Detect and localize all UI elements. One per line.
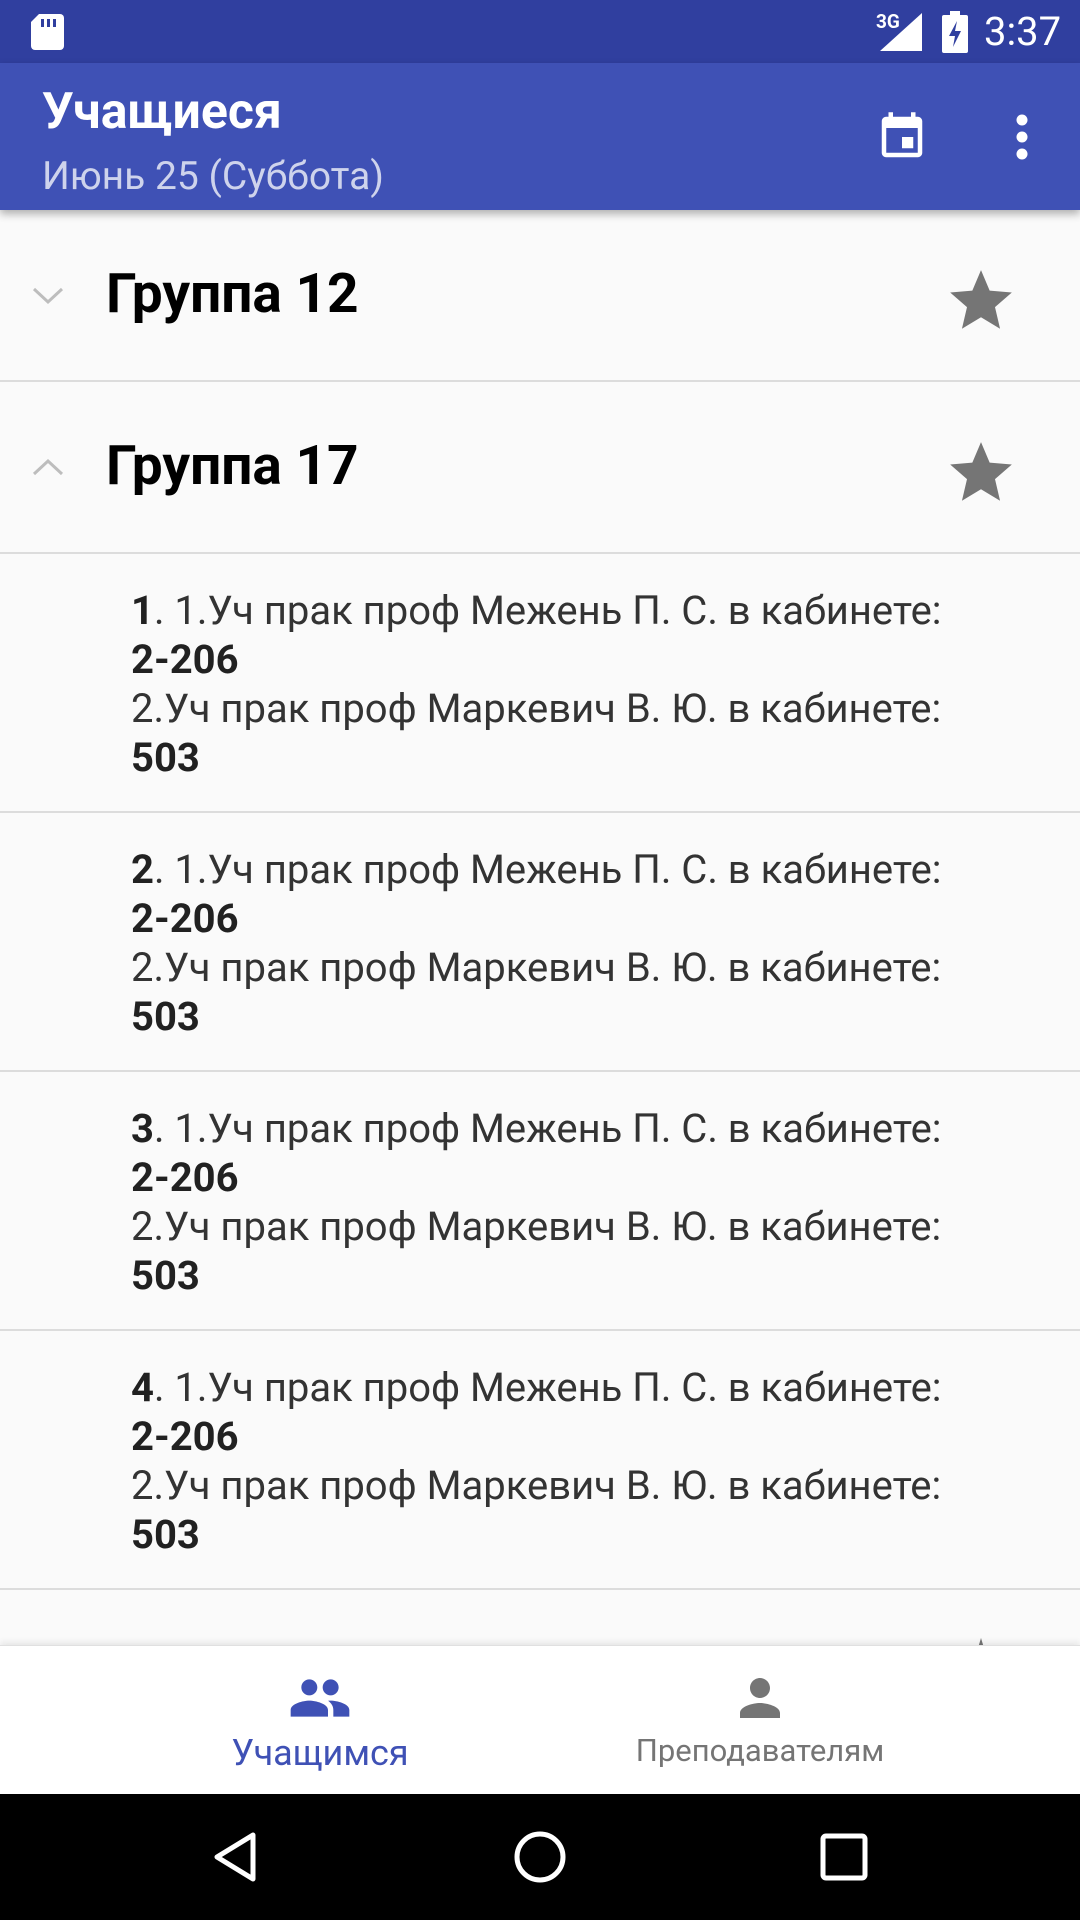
system-navigation-bar [0, 1794, 1080, 1920]
back-button[interactable] [202, 1824, 268, 1890]
more-options-button[interactable] [994, 101, 1050, 173]
home-button[interactable] [507, 1824, 573, 1890]
lesson-line1: . 1.Уч прак проф Межень П. С. в кабинете… [153, 1105, 942, 1152]
favorite-button[interactable] [936, 428, 1026, 518]
lesson-number: 1 [131, 587, 154, 634]
lesson-room1: 2-206 [131, 1413, 239, 1460]
lesson-room2: 503 [131, 1511, 200, 1558]
back-icon [214, 1832, 256, 1882]
lesson-line2: 2.Уч прак проф Маркевич В. Ю. в кабинете… [131, 944, 942, 991]
lesson-line2: 2.Уч прак проф Маркевич В. Ю. в кабинете… [131, 1203, 942, 1250]
lesson-room2: 503 [131, 734, 200, 781]
lesson-line2: 2.Уч прак проф Маркевич В. Ю. в кабинете… [131, 685, 942, 732]
nav-teachers-label: Преподавателям [635, 1732, 885, 1769]
group-header-12[interactable]: Группа 12 [0, 210, 1080, 382]
lesson-room2: 503 [131, 1252, 200, 1299]
lesson-room1: 2-206 [131, 1154, 239, 1201]
group-header-partial[interactable] [0, 1590, 1080, 1645]
favorite-button[interactable] [936, 256, 1026, 346]
status-clock: 3:37 [984, 8, 1062, 55]
lesson-row: 3. 1.Уч прак проф Межень П. С. в кабинет… [0, 1072, 1080, 1331]
schedule-list[interactable]: Группа 12 Группа 17 1. 1.Уч прак проф Ме… [0, 210, 1080, 1645]
lesson-number: 3 [131, 1105, 154, 1152]
signal-icon [880, 13, 922, 51]
lesson-text: 2. 1.Уч прак проф Межень П. С. в кабинет… [131, 845, 1031, 1041]
home-icon [514, 1831, 566, 1883]
more-vert-icon [1016, 114, 1028, 160]
person-icon [740, 1678, 780, 1718]
nav-teachers[interactable]: Преподавателям [490, 1646, 1030, 1795]
group-header-17[interactable]: Группа 17 [0, 382, 1080, 554]
lesson-line2: 2.Уч прак проф Маркевич В. Ю. в кабинете… [131, 1462, 942, 1509]
lesson-row: 4. 1.Уч прак проф Межень П. С. в кабинет… [0, 1331, 1080, 1590]
sd-card-icon [31, 14, 64, 50]
lesson-text: 1. 1.Уч прак проф Межень П. С. в кабинет… [131, 586, 1031, 782]
lesson-row: 2. 1.Уч прак проф Межень П. С. в кабинет… [0, 813, 1080, 1072]
group-name: Группа 17 [106, 434, 359, 498]
bottom-navigation: Учащимся Преподавателям [0, 1645, 1080, 1794]
star-icon [950, 270, 1012, 329]
lesson-room1: 2-206 [131, 895, 239, 942]
lesson-number: 2 [131, 846, 154, 893]
lesson-line1: . 1.Уч прак проф Межень П. С. в кабинете… [153, 587, 942, 634]
lesson-line1: . 1.Уч прак проф Межень П. С. в кабинете… [153, 846, 942, 893]
star-icon [978, 1638, 984, 1645]
calendar-icon [881, 112, 923, 158]
lesson-text: 3. 1.Уч прак проф Межень П. С. в кабинет… [131, 1104, 1031, 1300]
lesson-room1: 2-206 [131, 636, 239, 683]
status-bar: 3G 3:37 [0, 0, 1080, 63]
date-subtitle: Июнь 25 (Суббота) [42, 153, 384, 199]
recents-icon [820, 1833, 868, 1881]
lesson-room2: 503 [131, 993, 200, 1040]
recents-button[interactable] [811, 1824, 877, 1890]
page-title: Учащиеся [42, 83, 282, 141]
lesson-text: 4. 1.Уч прак проф Межень П. С. в кабинет… [131, 1363, 1031, 1559]
chevron-down-icon [32, 287, 64, 305]
group-name: Группа 12 [106, 262, 359, 326]
lesson-line1: . 1.Уч прак проф Межень П. С. в кабинете… [153, 1364, 942, 1411]
star-icon [950, 442, 1012, 501]
battery-charging-icon [942, 11, 968, 53]
chevron-up-icon [32, 458, 64, 476]
lesson-number: 4 [131, 1364, 154, 1411]
group-icon [290, 1679, 350, 1717]
lesson-row: 1. 1.Уч прак проф Межень П. С. в кабинет… [0, 554, 1080, 813]
app-bar: Учащиеся Июнь 25 (Суббота) [0, 63, 1080, 210]
calendar-button[interactable] [866, 101, 938, 173]
